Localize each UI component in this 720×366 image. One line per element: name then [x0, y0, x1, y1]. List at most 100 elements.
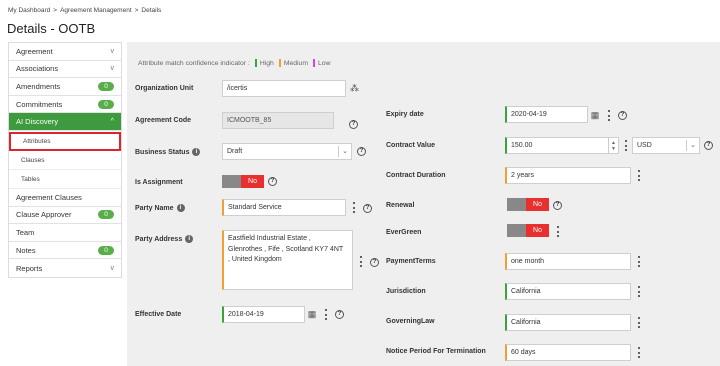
evergreen-toggle[interactable]: No	[507, 224, 549, 237]
help-icon[interactable]: ?	[618, 111, 627, 120]
business-status-label: Business Status i	[135, 148, 201, 156]
sidebar-item-label: Reports	[16, 263, 43, 273]
business-status-select[interactable]: Draft ⌄	[222, 143, 352, 160]
kebab-menu-icon[interactable]	[637, 317, 641, 328]
kebab-menu-icon[interactable]	[637, 256, 641, 267]
contract-duration-label: Contract Duration	[386, 172, 446, 179]
kebab-menu-icon[interactable]	[352, 202, 356, 213]
party-address-label-text: Party Address	[135, 235, 183, 243]
effective-date-label: Effective Date	[135, 311, 182, 318]
breadcrumb: My Dashboard > Agreement Management > Detail…	[8, 7, 161, 14]
legend-medium: Medium	[278, 59, 308, 67]
notice-period-input[interactable]: 60 days	[505, 344, 631, 361]
toggle-track	[222, 175, 241, 188]
toggle-state: No	[526, 198, 549, 211]
sidebar-item-commitments[interactable]: Commitments 0	[9, 96, 121, 114]
sidebar-item-label: Associations	[16, 64, 59, 74]
sidebar-item-notes[interactable]: Notes 0	[9, 242, 121, 260]
calendar-icon[interactable]: ▦	[590, 110, 600, 120]
kebab-menu-icon[interactable]	[637, 286, 641, 297]
count-badge: 0	[98, 99, 114, 109]
help-icon[interactable]: ?	[357, 147, 366, 156]
chevron-down-icon: v	[110, 47, 115, 55]
kebab-menu-icon[interactable]	[324, 309, 328, 320]
sidebar-item-reports[interactable]: Reports v	[9, 259, 121, 277]
is-assignment-toggle[interactable]: No	[222, 175, 264, 188]
sidebar-item-agreement[interactable]: Agreement v	[9, 43, 121, 61]
number-spinner[interactable]: ▲ ▼	[608, 137, 618, 154]
sidebar-item-agreement-clauses[interactable]: Agreement Clauses	[9, 189, 121, 207]
sidebar-item-label: Amendments	[16, 81, 61, 91]
high-indicator-icon	[254, 59, 257, 67]
org-unit-input[interactable]: /icertis	[222, 80, 346, 97]
sidebar-item-ai-discovery[interactable]: AI Discovery ^	[9, 113, 121, 131]
sidebar-item-label: Agreement Clauses	[16, 192, 82, 202]
help-icon[interactable]: ?	[335, 310, 344, 319]
sidebar-item-amendments[interactable]: Amendments 0	[9, 78, 121, 96]
help-icon[interactable]: ?	[268, 177, 277, 186]
address-line: Eastfield Industrial Estate ,	[228, 235, 311, 242]
party-name-label-text: Party Name	[135, 204, 174, 212]
help-icon[interactable]: ?	[553, 201, 562, 210]
contract-duration-input[interactable]: 2 years	[505, 167, 631, 184]
info-icon: i	[192, 148, 201, 156]
effective-date-input[interactable]: 2018-04-19	[222, 306, 305, 323]
kebab-menu-icon[interactable]	[607, 110, 611, 121]
help-icon[interactable]: ?	[363, 204, 372, 213]
expiry-date-input[interactable]: 2020-04-19	[505, 106, 588, 123]
party-address-textarea[interactable]: Eastfield Industrial Estate , Glenrothes…	[222, 230, 353, 290]
count-badge: 0	[98, 81, 114, 91]
help-icon[interactable]: ?	[370, 258, 379, 267]
agreement-code-label: Agreement Code	[135, 117, 192, 124]
payment-terms-input[interactable]: one month	[505, 253, 631, 270]
currency-select[interactable]: USD ⌄	[632, 137, 700, 154]
legend-low: Low	[313, 59, 330, 67]
expiry-date-label: Expiry date	[386, 111, 424, 118]
kebab-menu-icon[interactable]	[637, 170, 641, 181]
renewal-toggle[interactable]: No	[507, 198, 549, 211]
info-icon: i	[176, 204, 185, 212]
agreement-code-input: ICMOOTB_85	[222, 112, 334, 129]
help-icon[interactable]: ?	[349, 120, 358, 129]
help-icon[interactable]: ?	[704, 141, 713, 150]
chevron-down-icon: ⌄	[342, 148, 348, 155]
kebab-menu-icon[interactable]	[556, 226, 560, 237]
kebab-menu-icon[interactable]	[624, 140, 628, 151]
renewal-label: Renewal	[386, 202, 415, 209]
legend-text: Attribute match confidence indicator :	[138, 59, 250, 67]
breadcrumb-section[interactable]: Agreement Management	[60, 7, 132, 14]
evergreen-label: EverGreen	[386, 229, 422, 236]
org-unit-label: Organization Unit	[135, 85, 194, 92]
governing-law-input[interactable]: California	[505, 314, 631, 331]
kebab-menu-icon[interactable]	[359, 256, 363, 267]
sidebar-item-label: Commitments	[16, 99, 63, 109]
low-indicator-icon	[313, 59, 316, 67]
jurisdiction-input[interactable]: California	[505, 283, 631, 300]
breadcrumb-home[interactable]: My Dashboard	[8, 7, 50, 14]
count-badge: 0	[98, 245, 114, 255]
sidebar-item-clause-approver[interactable]: Clause Approver 0	[9, 207, 121, 225]
sidebar-item-associations[interactable]: Associations v	[9, 61, 121, 79]
governing-law-label: GoverningLaw	[386, 318, 435, 325]
sidebar-item-label: Clause Approver	[16, 210, 72, 220]
confidence-legend: Attribute match confidence indicator : H…	[138, 59, 330, 67]
is-assignment-label: Is Assignment	[135, 179, 183, 186]
contract-value-input[interactable]: 150.00	[505, 137, 619, 154]
sidebar-item-label: AI Discovery	[16, 117, 59, 127]
sidebar-item-team[interactable]: Team	[9, 224, 121, 242]
party-address-label: Party Address i	[135, 235, 194, 243]
calendar-icon[interactable]: ▦	[307, 309, 317, 319]
toggle-state: No	[526, 224, 549, 237]
sidebar-subitem-attributes[interactable]: Attributes	[9, 131, 121, 151]
chevron-down-icon: ⌄	[690, 142, 696, 149]
kebab-menu-icon[interactable]	[637, 347, 641, 358]
medium-indicator-icon	[278, 59, 281, 67]
sidebar-item-label: Team	[16, 228, 35, 238]
spin-down-icon[interactable]: ▼	[611, 146, 616, 152]
sidebar-subitem-clauses[interactable]: Clauses	[9, 152, 121, 171]
sidebar-subitem-tables[interactable]: Tables	[9, 170, 121, 190]
party-name-input[interactable]: Standard Service	[222, 199, 346, 216]
business-status-value: Draft	[227, 148, 243, 155]
toggle-track	[507, 224, 526, 237]
org-picker-icon[interactable]: ⁂	[350, 83, 359, 94]
